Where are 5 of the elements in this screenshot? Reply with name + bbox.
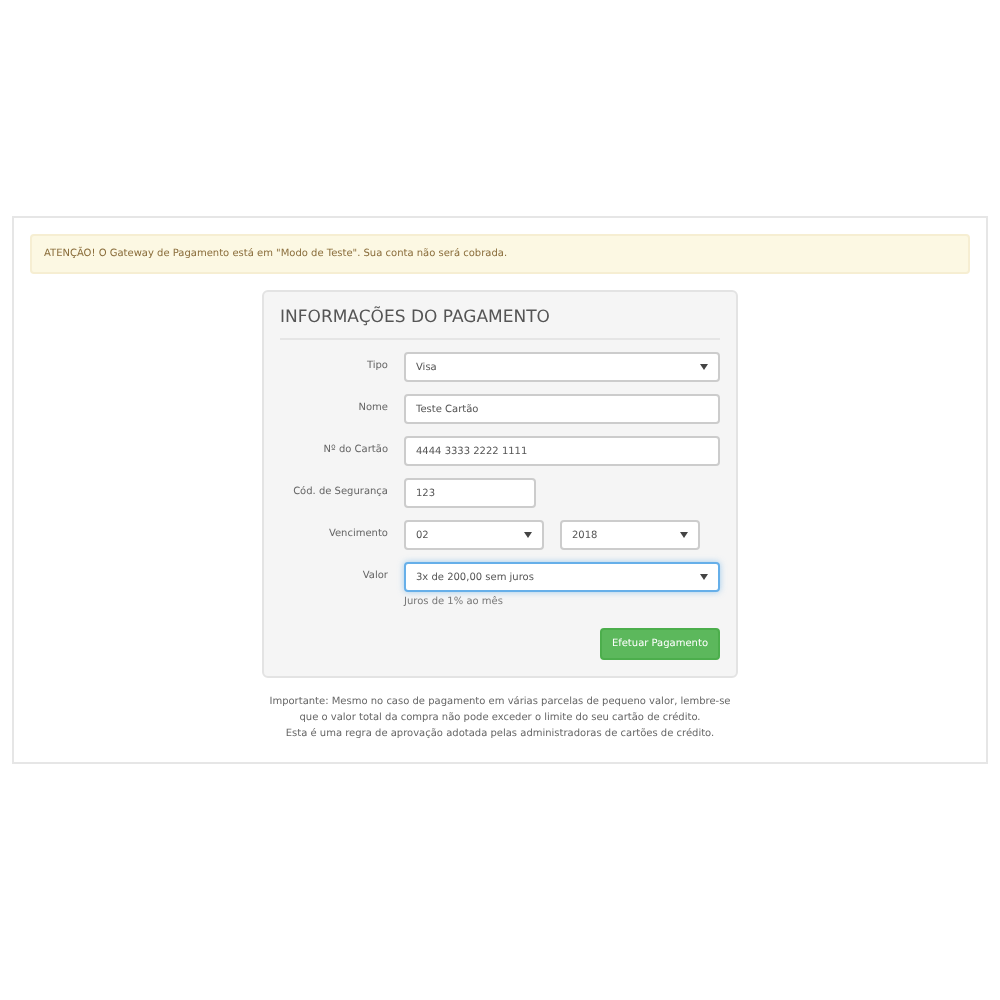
panel-title: INFORMAÇÕES DO PAGAMENTO xyxy=(280,308,720,340)
caret-icon xyxy=(700,364,708,370)
caret-icon xyxy=(680,532,688,538)
caret-icon xyxy=(700,574,708,580)
caret-icon xyxy=(524,532,532,538)
